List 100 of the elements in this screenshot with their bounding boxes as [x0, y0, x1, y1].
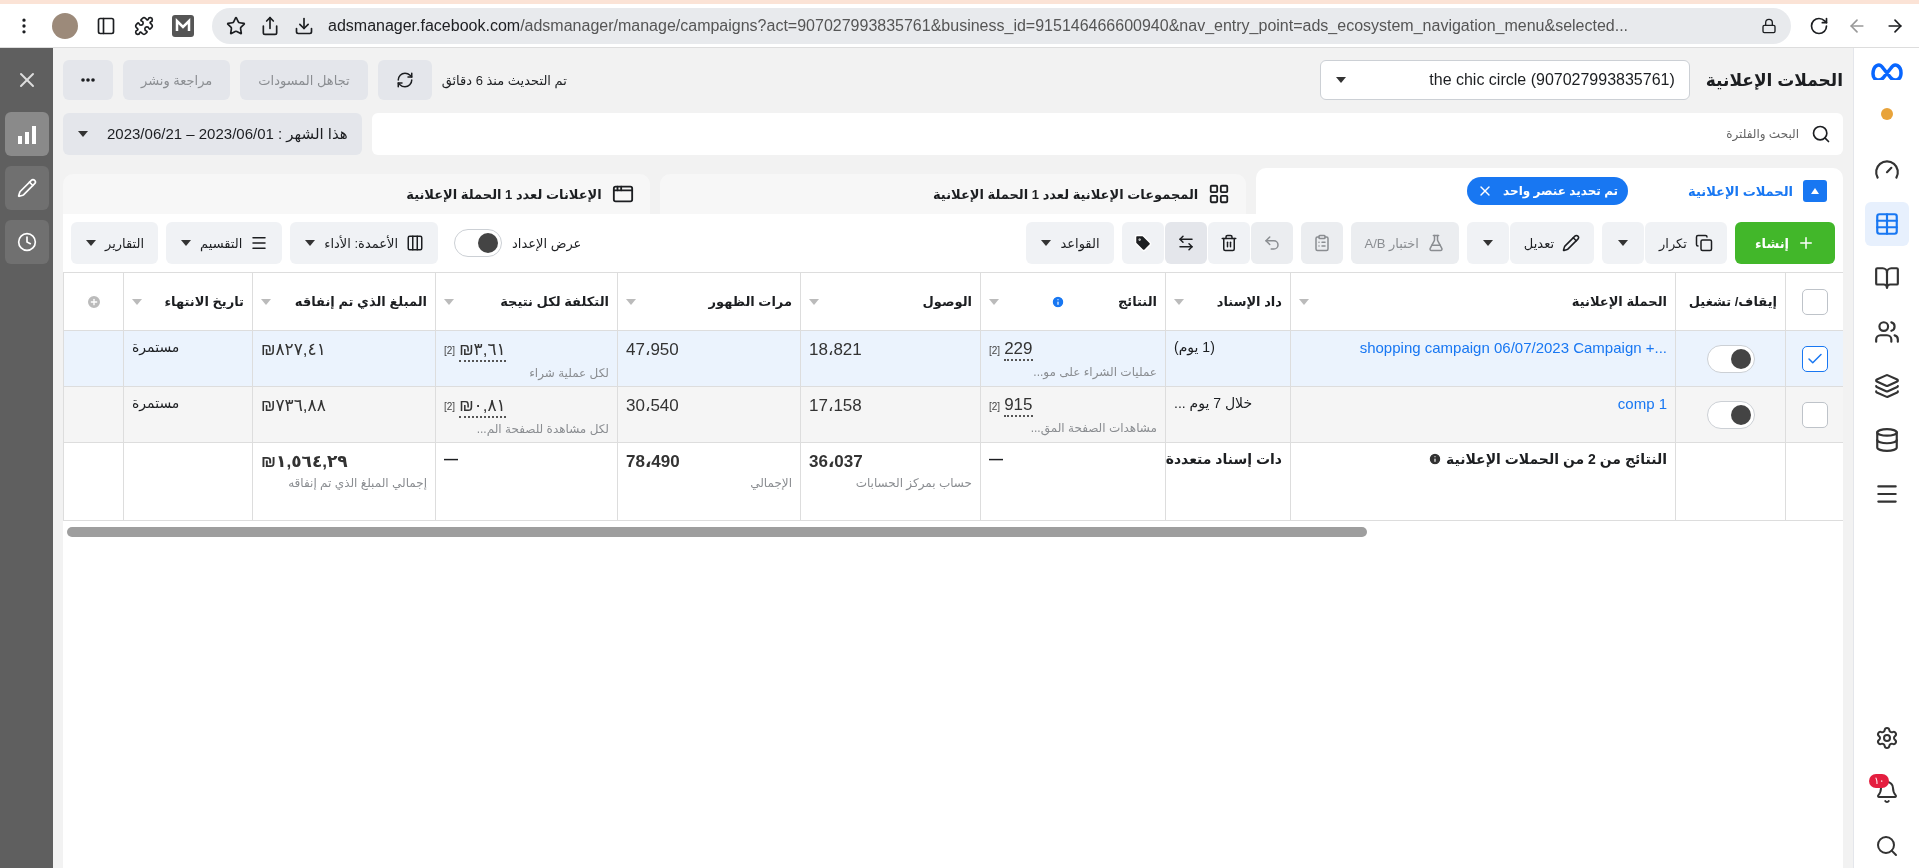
pencil-icon [1562, 234, 1581, 252]
caret-icon [1481, 239, 1494, 247]
total-caption: إجمالي المبلغ الذي تم إنفاقه [288, 476, 427, 490]
undo-icon [1262, 234, 1281, 252]
account-dropdown[interactable]: the chic circle (907027993835761) [1319, 60, 1690, 100]
info-icon [1051, 294, 1066, 309]
search-icon [1874, 834, 1899, 858]
more-icon [81, 78, 95, 82]
caret-icon [180, 239, 193, 247]
download-icon[interactable] [294, 15, 314, 36]
tab[interactable]: الحملات الإعلانية تم تحديد عنصر واحد [1256, 168, 1843, 214]
extension-logo-icon[interactable] [172, 14, 194, 37]
campaign-switch[interactable] [1706, 400, 1755, 429]
clipboard-icon [1312, 234, 1331, 252]
result-type: عمليات الشراء على مو... [1033, 365, 1157, 379]
reports-button[interactable]: التقارير [71, 222, 159, 264]
edit-button[interactable]: تعديل [1509, 222, 1595, 264]
bell-icon [1874, 780, 1899, 804]
view-setup-label: عرض الإعداد [512, 235, 582, 251]
notification-badge: ١٠ [1868, 774, 1889, 788]
total-label: النتائج من 2 من الحملات الإعلانية [1446, 451, 1667, 467]
caret-icon [304, 239, 317, 247]
caret-icon [1617, 239, 1630, 247]
column-header[interactable]: داد الإسناد [1216, 294, 1282, 309]
results-value: 915 [1004, 395, 1033, 417]
update-status: تم التحديث منذ 6 دقائق [441, 72, 567, 88]
table-icon [1873, 211, 1900, 237]
rules-button[interactable]: القواعد [1026, 222, 1114, 264]
layers-icon [1873, 373, 1900, 399]
row-checkbox[interactable] [1801, 345, 1828, 372]
reload-icon[interactable] [1809, 15, 1829, 36]
extensions-icon[interactable] [134, 15, 154, 36]
footnote-mark: [2] [444, 345, 456, 356]
cost-unit: لكل مشاهدة للصفحة الم... [476, 422, 609, 436]
result-type: مشاهدات الصفحة المق... [1030, 421, 1157, 435]
tag-icon [1133, 234, 1152, 252]
tab[interactable]: الإعلانات لعدد 1 الحملة الإعلانية [63, 174, 650, 214]
selection-chip[interactable]: تم تحديد عنصر واحد [1467, 177, 1629, 205]
clock-icon [16, 232, 37, 252]
side-panel-icon[interactable] [96, 15, 116, 36]
rail-button[interactable] [4, 220, 49, 264]
cost-unit: لكل عملية شراء [529, 366, 609, 380]
caret-icon [1334, 76, 1347, 84]
refresh-button[interactable] [377, 60, 432, 100]
attribution-text: دات إسناد متعددة [1165, 451, 1282, 467]
column-header[interactable]: النتائج [1117, 294, 1157, 309]
caret-icon [1040, 239, 1053, 247]
date-range-picker[interactable]: هذا الشهر : 2023/06/01 – 2023/06/21 [63, 113, 362, 155]
swap-button[interactable] [1164, 222, 1207, 264]
view-setup-switch[interactable] [454, 229, 503, 257]
reach-total: 36،037 [809, 451, 863, 472]
row-checkbox[interactable] [1801, 401, 1828, 428]
campaign-name-link[interactable]: comp 1 [1617, 395, 1667, 412]
star-icon[interactable] [226, 15, 246, 36]
share-icon[interactable] [260, 15, 280, 36]
cost-total: — [444, 451, 458, 467]
results-total: — [989, 451, 1003, 467]
avatar[interactable] [52, 12, 78, 39]
column-header[interactable]: مرات الظهور [708, 294, 792, 309]
breakdown-button[interactable]: التقسيم [166, 222, 283, 264]
columns-icon [406, 234, 425, 252]
reach-value: 18،821 [809, 339, 862, 360]
trash-icon [1219, 234, 1238, 252]
clipboard-button[interactable] [1300, 222, 1343, 264]
column-header[interactable]: الوصول [922, 294, 972, 309]
column-header[interactable]: التكلفة لكل نتيجة [500, 294, 609, 309]
column-header[interactable]: تاريخ الانتهاء [164, 294, 244, 309]
impressions-value: 30،540 [626, 395, 679, 416]
column-header[interactable]: المبلغ الذي تم إنفاقه [294, 294, 427, 309]
select-all-checkbox[interactable] [1801, 288, 1828, 315]
book-icon [1873, 265, 1900, 291]
tab[interactable]: المجموعات الإعلانية لعدد 1 الحملة الإعلانية [659, 174, 1247, 214]
attribution-text: خلال 7 يوم ... [1174, 395, 1253, 411]
campaign-name-link[interactable]: shopping campaign 06/07/2023 Campaign +... [1359, 339, 1667, 356]
folder-icon [1803, 180, 1827, 202]
horizontal-scrollbar[interactable] [67, 527, 1367, 537]
search-icon [1811, 124, 1831, 144]
infinity-logo-icon[interactable] [1868, 60, 1905, 80]
rail-button[interactable] [4, 112, 49, 156]
tag-button[interactable] [1121, 222, 1164, 264]
campaign-switch[interactable] [1706, 344, 1755, 373]
search-bar[interactable]: البحث والفلترة [371, 113, 1843, 155]
plus-icon [1797, 234, 1815, 252]
window-icon [611, 183, 634, 205]
cost-value: ₪٠,٨١ [459, 395, 506, 418]
column-header[interactable]: الحملة الإعلانية [1571, 294, 1667, 309]
attribution-text: (1 يوم) [1174, 339, 1215, 355]
columns-button[interactable]: الأعمدة: الأداء [290, 222, 439, 264]
duplicate-button[interactable]: تكرار [1645, 222, 1727, 264]
search-field[interactable]: البحث والفلترة [383, 126, 1801, 142]
rail-button[interactable] [4, 166, 49, 210]
grid-icon [1208, 183, 1231, 205]
column-header[interactable]: إيقاف/ تشغيل [1688, 294, 1777, 309]
delete-button[interactable] [1207, 222, 1250, 264]
pencil-icon [16, 178, 37, 198]
page-title: الحملات الإعلانية [1705, 69, 1843, 91]
coins-stack-icon [1873, 427, 1900, 453]
total-caption: حساب بمركز الحسابات [855, 476, 972, 490]
address-bar[interactable]: adsmanager.facebook.com/adsmanager/manage/campaigns?act=907027993835761&business_id=915146466600940&nav_entry_point=ads_ecosystem_navigation_menu&selected... [212, 7, 1791, 44]
notifications-button[interactable]: ١٠ [1864, 770, 1909, 814]
